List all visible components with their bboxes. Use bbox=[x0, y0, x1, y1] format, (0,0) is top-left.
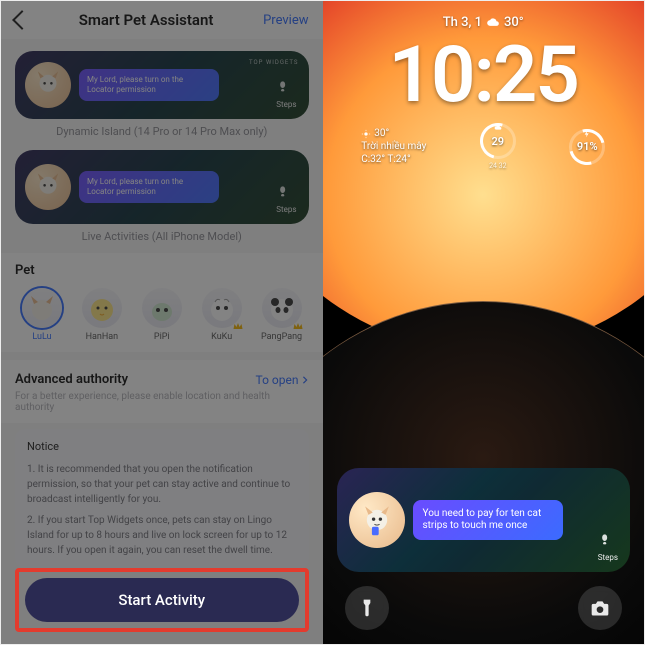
steps-indicator: Steps bbox=[276, 183, 296, 214]
pet-item-pangpang[interactable]: PangPang bbox=[255, 288, 309, 342]
pet-section: Pet LuLu HanHan PiPi bbox=[1, 253, 323, 352]
pet-avatar-icon bbox=[25, 164, 71, 210]
lock-screen-pane: Th 3, 1 30° 10:25 30° Trời nhiều mây C:3… bbox=[323, 1, 645, 644]
chevron-right-icon bbox=[301, 376, 309, 384]
flashlight-button[interactable] bbox=[345, 586, 389, 630]
cloud-icon bbox=[494, 124, 502, 132]
live-activity-caption: Live Activities (All iPhone Model) bbox=[1, 230, 323, 243]
brand-label: TOP WIDGETS bbox=[249, 59, 298, 66]
crown-icon bbox=[292, 320, 304, 332]
advanced-authority-row[interactable]: Advanced authority To open bbox=[1, 360, 323, 391]
start-activity-wrapper: Start Activity bbox=[1, 560, 323, 644]
bolt-icon bbox=[583, 130, 591, 138]
dynamic-island-caption: Dynamic Island (14 Pro or 14 Pro Max onl… bbox=[1, 125, 323, 138]
sun-icon bbox=[361, 129, 371, 139]
pet-icon bbox=[142, 288, 182, 328]
page-title: Smart Pet Assistant bbox=[79, 11, 214, 29]
advanced-authority-subtitle: For a better experience, please enable l… bbox=[1, 391, 323, 423]
back-icon[interactable] bbox=[12, 10, 32, 30]
pet-icon bbox=[22, 288, 62, 328]
pet-avatar-icon bbox=[25, 62, 71, 108]
pet-label: HanHan bbox=[86, 332, 119, 342]
speech-bubble: My Lord, please turn on the Locator perm… bbox=[79, 171, 219, 202]
pet-item-pipi[interactable]: PiPi bbox=[135, 288, 189, 342]
advanced-authority-title: Advanced authority bbox=[15, 372, 128, 387]
footprint-icon bbox=[598, 531, 618, 551]
pet-icon bbox=[82, 288, 122, 328]
app-settings-pane: Smart Pet Assistant Preview TOP WIDGETS … bbox=[1, 1, 323, 644]
start-activity-button[interactable]: Start Activity bbox=[25, 578, 299, 622]
camera-button[interactable] bbox=[578, 586, 622, 630]
pet-avatar-icon bbox=[349, 492, 405, 548]
header: Smart Pet Assistant Preview bbox=[1, 1, 323, 39]
steps-indicator: Steps bbox=[276, 78, 296, 109]
pet-icon bbox=[262, 288, 302, 328]
notice-item: 1. It is recommended that you open the n… bbox=[27, 462, 297, 507]
advanced-authority-link[interactable]: To open bbox=[256, 373, 309, 387]
speech-bubble: My Lord, please turn on the Locator perm… bbox=[79, 69, 219, 100]
widget-row: 30° Trời nhiều mây C:32° T:24° 29 24 32 … bbox=[323, 123, 645, 170]
cloud-icon bbox=[486, 16, 500, 30]
flashlight-icon bbox=[357, 598, 377, 618]
preview-link[interactable]: Preview bbox=[263, 13, 308, 28]
camera-icon bbox=[590, 598, 610, 618]
pet-item-kuku[interactable]: KuKu bbox=[195, 288, 249, 342]
notice-title: Notice bbox=[27, 439, 297, 456]
pet-section-title: Pet bbox=[15, 263, 309, 278]
pet-item-hanhan[interactable]: HanHan bbox=[75, 288, 129, 342]
ring-icon: 91% bbox=[569, 129, 605, 165]
speech-bubble: You need to pay for ten cat strips to to… bbox=[413, 500, 563, 540]
steps-indicator: Steps bbox=[598, 531, 618, 562]
pet-label: KuKu bbox=[211, 332, 232, 342]
ring-icon: 29 bbox=[480, 123, 516, 159]
ring-subtext: 24 32 bbox=[489, 162, 506, 170]
temperature-ring-widget[interactable]: 29 24 32 bbox=[480, 123, 516, 170]
live-activity-preview: My Lord, please turn on the Locator perm… bbox=[15, 150, 309, 224]
pet-icon bbox=[202, 288, 242, 328]
notice-item: 2. If you start Top Widgets once, pets c… bbox=[27, 513, 297, 558]
notice-box: Notice 1. It is recommended that you ope… bbox=[15, 429, 309, 568]
weather-widget[interactable]: 30° Trời nhiều mây C:32° T:24° bbox=[361, 128, 426, 165]
battery-ring-widget[interactable]: 91% bbox=[569, 129, 605, 165]
lockscreen-date: Th 3, 1 30° bbox=[323, 1, 645, 30]
dynamic-island-preview: TOP WIDGETS My Lord, please turn on the … bbox=[15, 51, 309, 119]
pet-list: LuLu HanHan PiPi KuKu bbox=[15, 288, 309, 342]
pet-label: PangPang bbox=[261, 332, 302, 342]
lockscreen-time: 10:25 bbox=[323, 30, 645, 121]
pet-item-lulu[interactable]: LuLu bbox=[15, 288, 69, 342]
live-activity-card[interactable]: You need to pay for ten cat strips to to… bbox=[337, 468, 631, 572]
annotation-highlight: Start Activity bbox=[15, 568, 309, 632]
pet-label: LuLu bbox=[32, 332, 51, 342]
pet-label: PiPi bbox=[154, 332, 170, 342]
crown-icon bbox=[232, 320, 244, 332]
